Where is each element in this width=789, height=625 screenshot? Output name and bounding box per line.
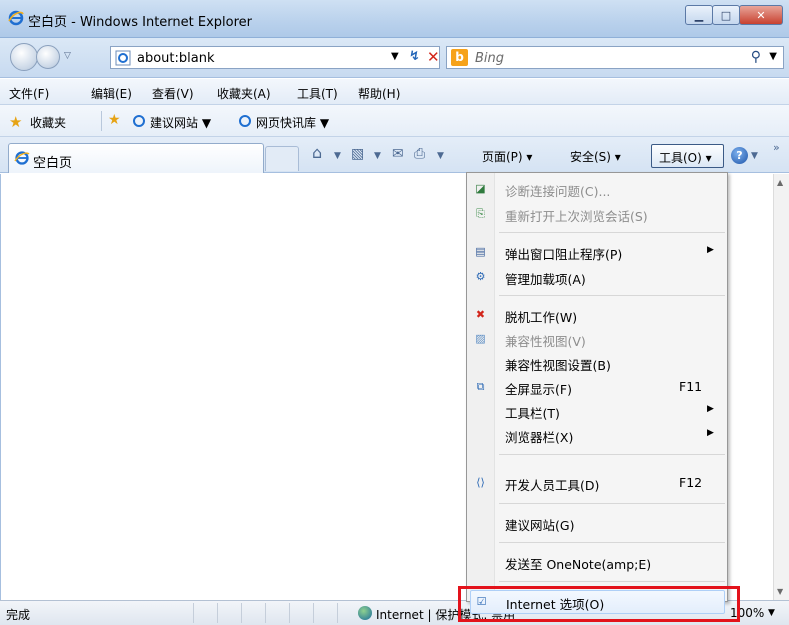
command-bar: 空白页 ⌂ ▼ ▧ ▼ ✉ ⎙ ▼ 页面(P) ▾ 安全(S) ▾ 工具(O) …: [0, 137, 789, 173]
menu-item-compat-settings[interactable]: 兼容性视图设置(B): [467, 352, 727, 374]
scroll-up-icon[interactable]: ▲: [777, 178, 783, 187]
addons-icon: ⚙: [475, 270, 486, 283]
menu-item-developer-tools[interactable]: ⟨⟩ 开发人员工具(D) F12: [467, 472, 727, 494]
web-slice-gallery-link[interactable]: 网页快讯库 ▼: [256, 114, 329, 131]
menu-separator: [499, 454, 725, 455]
menu-item-explorer-bars[interactable]: 浏览器栏(X) ▶: [467, 424, 727, 446]
diagnose-icon: ◪: [475, 182, 486, 195]
close-button[interactable]: ✕: [739, 5, 783, 25]
back-button[interactable]: [10, 43, 38, 71]
menu-view[interactable]: 查看(V): [152, 85, 194, 102]
window-title: 空白页 - Windows Internet Explorer: [28, 15, 252, 30]
reopen-session-icon: ⎘: [476, 207, 485, 220]
menu-edit[interactable]: 编辑(E): [91, 85, 132, 102]
tab-blank-page[interactable]: 空白页: [8, 143, 264, 173]
url-text[interactable]: about:blank: [137, 51, 215, 66]
tab-ie-icon: [14, 150, 30, 169]
recent-pages-dropdown-icon[interactable]: ▽: [64, 51, 71, 61]
suggested-sites-icon: [132, 114, 146, 131]
refresh-icon[interactable]: ↯: [409, 49, 420, 64]
menu-item-toolbars[interactable]: 工具栏(T) ▶: [467, 400, 727, 422]
menu-separator: [499, 232, 725, 233]
help-icon[interactable]: ?: [731, 147, 748, 164]
search-input[interactable]: b Bing ⚲ ▼: [446, 46, 784, 69]
mail-icon[interactable]: ✉: [392, 146, 404, 162]
stop-icon[interactable]: ✕: [427, 48, 440, 66]
menu-item-manage-addons[interactable]: ⚙ 管理加载项(A): [467, 266, 727, 288]
suggested-sites-link[interactable]: 建议网站 ▼: [150, 114, 211, 131]
scroll-down-icon[interactable]: ▼: [777, 587, 783, 596]
ie-logo-icon: [8, 10, 24, 29]
help-dropdown-icon[interactable]: ▼: [751, 151, 758, 161]
devtools-shortcut: F12: [679, 475, 703, 490]
menu-item-diagnose[interactable]: ◪ 诊断连接问题(C)...: [467, 178, 727, 200]
search-icon[interactable]: ⚲: [751, 49, 761, 65]
home-dropdown-icon[interactable]: ▼: [334, 151, 341, 161]
status-text: 完成: [6, 608, 31, 622]
internet-zone-icon: [358, 606, 372, 620]
home-icon[interactable]: ⌂: [312, 143, 322, 162]
menu-item-send-to-onenote[interactable]: 发送至 OneNote(amp;E): [467, 551, 727, 573]
forward-button[interactable]: [36, 45, 60, 69]
status-panes: [170, 603, 338, 623]
add-to-favorites-bar-icon[interactable]: ★: [108, 112, 121, 128]
popup-blocker-icon: ▤: [475, 245, 486, 258]
url-dropdown-icon[interactable]: ▼: [391, 51, 399, 62]
tools-dropdown-menu: ◪ 诊断连接问题(C)... ⎘ 重新打开上次浏览会话(S) ▤ 弹出窗口阻止程…: [466, 172, 728, 614]
feeds-icon[interactable]: ▧: [351, 146, 364, 162]
print-dropdown-icon[interactable]: ▼: [437, 151, 444, 161]
menu-item-popup-blocker[interactable]: ▤ 弹出窗口阻止程序(P) ▶: [467, 241, 727, 263]
minimize-button[interactable]: ▁: [685, 5, 713, 25]
fullscreen-shortcut: F11: [679, 379, 703, 394]
menu-separator: [499, 581, 725, 582]
toolbar-divider: [101, 111, 102, 131]
search-dropdown-icon[interactable]: ▼: [769, 51, 777, 62]
web-slice-gallery-icon: [238, 114, 252, 131]
devtools-icon: ⟨⟩: [476, 476, 485, 489]
submenu-arrow-icon: ▶: [707, 245, 714, 255]
compat-view-icon: ▨: [475, 332, 486, 345]
offline-icon: ✖: [475, 308, 486, 321]
page-menu-button[interactable]: 页面(P) ▾: [482, 148, 532, 165]
menu-favorites[interactable]: 收藏夹(A): [217, 85, 271, 102]
menu-item-reopen-session[interactable]: ⎘ 重新打开上次浏览会话(S): [467, 203, 727, 225]
address-bar: ▽ about:blank ▼ ↯ ✕ b Bing ⚲ ▼: [0, 38, 789, 78]
title-bar: 空白页 - Windows Internet Explorer ▁ □ ✕: [0, 0, 789, 38]
overflow-chevron-icon[interactable]: »: [773, 141, 780, 154]
submenu-arrow-icon: ▶: [707, 404, 714, 414]
menu-item-compat-view[interactable]: ▨ 兼容性视图(V): [467, 328, 727, 350]
maximize-button[interactable]: □: [712, 5, 740, 25]
feeds-dropdown-icon[interactable]: ▼: [374, 151, 381, 161]
menu-tools[interactable]: 工具(T): [297, 85, 338, 102]
menu-separator: [499, 295, 725, 296]
zoom-dropdown-icon[interactable]: ▼: [768, 608, 775, 618]
submenu-arrow-icon: ▶: [707, 428, 714, 438]
highlight-box: [458, 586, 740, 622]
favorites-bar: ★ 收藏夹 ★ 建议网站 ▼ 网页快讯库 ▼: [0, 105, 789, 137]
menu-file[interactable]: 文件(F): [9, 85, 49, 102]
tools-menu-label: 工具(O) ▾: [659, 151, 712, 165]
address-input[interactable]: about:blank ▼ ↯ ✕: [110, 46, 440, 69]
page-icon: [115, 50, 131, 69]
tools-menu-button[interactable]: 工具(O) ▾: [651, 144, 724, 168]
menu-help[interactable]: 帮助(H): [358, 85, 400, 102]
menu-bar: 文件(F) 编辑(E) 查看(V) 收藏夹(A) 工具(T) 帮助(H): [0, 79, 789, 105]
search-placeholder[interactable]: Bing: [475, 51, 504, 66]
bing-logo-icon: b: [451, 49, 468, 66]
print-icon[interactable]: ⎙: [414, 146, 425, 162]
safety-menu-button[interactable]: 安全(S) ▾: [570, 148, 621, 165]
favorites-star-icon[interactable]: ★: [9, 113, 22, 131]
menu-item-work-offline[interactable]: ✖ 脱机工作(W): [467, 304, 727, 326]
tab-label: 空白页: [33, 156, 73, 171]
menu-separator: [499, 542, 725, 543]
menu-item-suggested-sites[interactable]: 建议网站(G): [467, 512, 727, 534]
fullscreen-icon: ⧉: [476, 380, 485, 393]
favorites-button[interactable]: 收藏夹: [30, 114, 66, 131]
menu-item-fullscreen[interactable]: ⧉ 全屏显示(F) F11: [467, 376, 727, 398]
vertical-scrollbar[interactable]: ▲ ▼: [773, 174, 789, 600]
menu-separator: [499, 503, 725, 504]
new-tab-button[interactable]: [265, 146, 299, 171]
